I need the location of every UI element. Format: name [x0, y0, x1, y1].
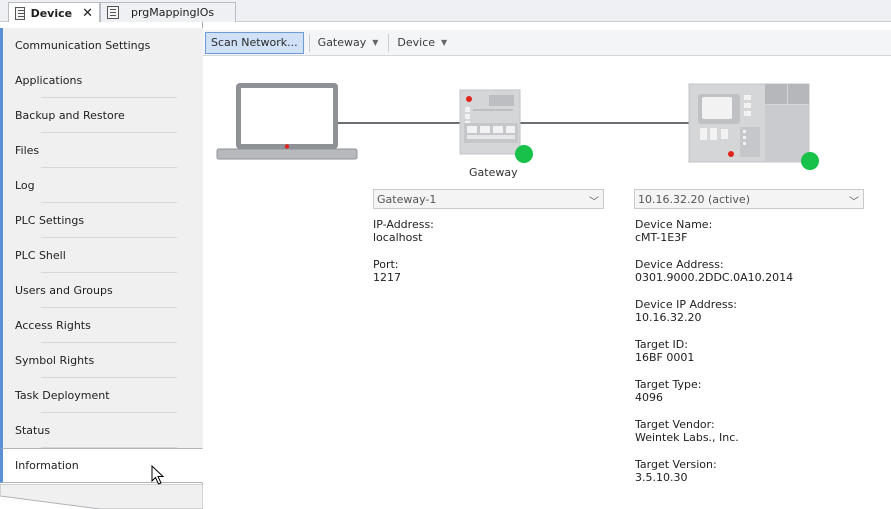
connection-line: [517, 122, 689, 124]
device-icon: [15, 6, 25, 20]
device-ip-value: 10.16.32.20: [635, 311, 702, 324]
sidebar-item-information[interactable]: Information: [0, 448, 203, 483]
sidebar-item-plc-shell[interactable]: PLC Shell: [0, 238, 203, 273]
toolbar-separator: [388, 33, 390, 52]
network-diagram: Gateway Gateway-1 ﹀ IP-Address: localhos…: [204, 57, 891, 509]
device-info: Device Name: cMT-1E3F Device Address: 03…: [635, 218, 793, 498]
target-id-value: 16BF 0001: [635, 351, 695, 364]
sidebar-item-users-and-groups[interactable]: Users and Groups: [0, 273, 203, 308]
sidebar-item-communication-settings[interactable]: Communication Settings: [0, 28, 203, 63]
sidebar-item-label: Users and Groups: [15, 284, 113, 297]
device-menu-button[interactable]: Device ▼: [392, 32, 452, 54]
device-ip-label: Device IP Address:: [635, 298, 738, 311]
tab-prgmappingios[interactable]: prgMappingIOs: [100, 2, 236, 22]
sidebar-item-symbol-rights[interactable]: Symbol Rights: [0, 343, 203, 378]
sidebar-item-access-rights[interactable]: Access Rights: [0, 308, 203, 343]
tab-label: Device: [30, 6, 73, 20]
sidebar-item-label: Applications: [15, 74, 83, 87]
sidebar-item-label: Files: [15, 144, 40, 157]
sidebar-item-label: Task Deployment: [15, 389, 110, 402]
scan-network-button[interactable]: Scan Network...: [205, 31, 304, 54]
device-name-value: cMT-1E3F: [635, 231, 688, 244]
device-address-label: Device Address:: [635, 258, 724, 271]
chevron-down-icon[interactable]: ﹀: [849, 193, 859, 208]
target-version-value: 3.5.10.30: [635, 471, 688, 484]
laptop-icon: [216, 83, 358, 160]
gateway-caption: Gateway: [469, 166, 518, 179]
mouse-cursor-icon: [151, 465, 165, 485]
sidebar-item-log[interactable]: Log: [0, 168, 203, 203]
ip-address-label: IP-Address:: [373, 218, 434, 231]
toolbar-separator: [308, 33, 310, 52]
gateway-menu-label: Gateway: [317, 36, 367, 49]
sidebar-tail-decoration: [0, 484, 203, 509]
target-type-label: Target Type:: [635, 378, 702, 391]
close-icon[interactable]: ✕: [82, 7, 93, 20]
sidebar-item-applications[interactable]: Applications: [0, 63, 203, 98]
device-name-label: Device Name:: [635, 218, 713, 231]
gateway-status-indicator: [515, 145, 533, 163]
device-sidebar: Communication Settings Applications Back…: [0, 22, 203, 509]
gateway-info: IP-Address: localhost Port: 1217: [373, 218, 434, 298]
sidebar-item-label: Status: [15, 424, 51, 437]
sidebar-item-label: Information: [15, 459, 79, 472]
sidebar-item-task-deployment[interactable]: Task Deployment: [0, 378, 203, 413]
document-icon: [107, 6, 119, 19]
sidebar-item-label: Log: [15, 179, 35, 192]
tab-device[interactable]: Device ✕: [8, 2, 100, 23]
sidebar-item-label: Symbol Rights: [15, 354, 95, 367]
device-select-value: 10.16.32.20 (active): [638, 192, 750, 206]
sidebar-item-plc-settings[interactable]: PLC Settings: [0, 203, 203, 238]
sidebar-item-files[interactable]: Files: [0, 133, 203, 168]
target-version-label: Target Version:: [635, 458, 717, 471]
sidebar-item-label: PLC Settings: [15, 214, 85, 227]
device-status-indicator: [801, 152, 819, 170]
tab-label: prgMappingIOs: [131, 6, 215, 19]
device-menu-label: Device: [397, 36, 436, 49]
sidebar-item-label: PLC Shell: [15, 249, 66, 262]
plc-device-icon: [688, 83, 810, 163]
sidebar-item-label: Backup and Restore: [15, 109, 125, 122]
sidebar-item-label: Access Rights: [15, 319, 91, 332]
port-label: Port:: [373, 258, 399, 271]
sidebar-item-backup-and-restore[interactable]: Backup and Restore: [0, 98, 203, 133]
gateway-select[interactable]: Gateway-1 ﹀: [373, 189, 604, 209]
gateway-menu-button[interactable]: Gateway ▼: [313, 32, 384, 54]
target-vendor-value: Weintek Labs., Inc.: [635, 431, 739, 444]
sidebar-item-status[interactable]: Status: [0, 413, 203, 448]
device-address-value: 0301.9000.2DDC.0A10.2014: [635, 271, 794, 284]
target-id-label: Target ID:: [635, 338, 688, 351]
target-vendor-label: Target Vendor:: [635, 418, 715, 431]
port-value: 1217: [373, 271, 401, 284]
device-select[interactable]: 10.16.32.20 (active) ﹀: [634, 189, 864, 209]
ip-address-value: localhost: [373, 231, 423, 244]
editor-tab-strip: Device ✕ prgMappingIOs: [0, 0, 891, 23]
chevron-down-icon: ▼: [372, 38, 379, 47]
communication-toolbar: Scan Network... Gateway ▼ Device ▼: [203, 30, 891, 56]
chevron-down-icon: ▼: [441, 38, 448, 47]
gateway-select-value: Gateway-1: [377, 192, 437, 206]
sidebar-item-label: Communication Settings: [15, 39, 151, 52]
chevron-down-icon[interactable]: ﹀: [589, 193, 599, 208]
target-type-value: 4096: [635, 391, 663, 404]
